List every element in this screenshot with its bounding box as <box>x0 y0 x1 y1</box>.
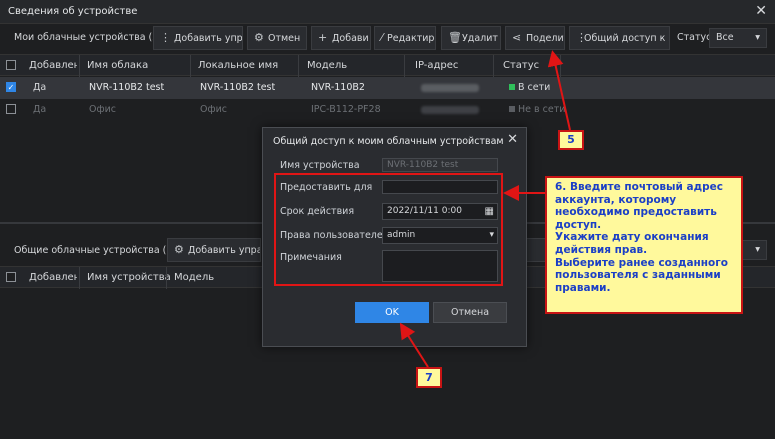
cancel-button[interactable]: ⚙ Отмен <box>247 26 307 50</box>
share-icon: ⋖ <box>512 31 522 44</box>
close-icon[interactable]: ✕ <box>755 3 767 19</box>
add-button[interactable]: + Добави <box>311 26 371 50</box>
ok-button[interactable]: OK <box>355 302 429 323</box>
add-icon: ⋮ <box>160 31 171 44</box>
device-name-label: Имя устройства <box>280 160 360 171</box>
top-toolbar: Мои облачные устройства (2) ⋮ Добавить уп… <box>0 26 775 52</box>
table-row[interactable]: ✓ Да NVR-110B2 test NVR-110B2 test NVR-1… <box>0 77 775 99</box>
gear-icon: ⚙ <box>254 31 264 44</box>
select-all-checkbox[interactable] <box>6 60 16 70</box>
status-filter-label: Статус <box>677 32 712 43</box>
ip-address-blurred <box>421 106 479 114</box>
window-titlebar: Сведения об устройстве ✕ <box>0 0 775 24</box>
status-badge: Не в сети <box>509 104 565 115</box>
add-managed-button[interactable]: ⋮Добавить управл <box>153 26 243 50</box>
share-button[interactable]: ⋖ Поделит <box>505 26 565 50</box>
more-icon: ⋮ <box>576 31 587 44</box>
my-cloud-devices-label: Мои облачные устройства (2) <box>14 32 163 43</box>
step-7-callout: 7 <box>416 367 442 388</box>
highlight-frame <box>274 173 503 286</box>
dialog-title: Общий доступ к моим облачным устройствам <box>273 136 504 147</box>
step-6-callout: 6. Введите почтовый адрес аккаунта, кото… <box>545 176 743 314</box>
close-icon[interactable]: ✕ <box>507 132 518 147</box>
select-all-checkbox[interactable] <box>6 272 16 282</box>
plus-icon: + <box>318 31 328 44</box>
col-status[interactable]: Статус <box>503 60 539 71</box>
col-cloud-name[interactable]: Имя облака <box>87 60 148 71</box>
step-5-callout: 5 <box>558 130 584 150</box>
trash-icon: 🗑 <box>448 31 462 44</box>
col-added[interactable]: Добавлено <box>29 60 77 71</box>
status-filter-select[interactable]: Все ▾ <box>709 28 767 48</box>
col-ip[interactable]: IP-адрес <box>415 60 458 71</box>
col-model[interactable]: Модель <box>307 60 347 71</box>
status-badge: В сети <box>509 82 550 93</box>
delete-button[interactable]: 🗑Удалит <box>441 26 501 50</box>
device-name-field: NVR-110B2 test <box>382 158 498 172</box>
window-title: Сведения об устройстве <box>8 6 138 17</box>
row-checkbox[interactable] <box>6 104 16 114</box>
edit-button[interactable]: ⁄ Редактирс <box>374 26 436 50</box>
share-all-button[interactable]: ⋮Общий доступ к запі <box>569 26 670 50</box>
col-added[interactable]: Добавлено <box>29 272 77 283</box>
shared-cloud-devices-label: Общие облачные устройства (0) <box>14 245 177 256</box>
ip-address-blurred <box>421 84 479 92</box>
top-table-header: Добавлено Имя облака Локальное имя Модел… <box>0 54 775 77</box>
col-local-name[interactable]: Локальное имя <box>198 60 278 71</box>
chevron-down-icon: ▾ <box>755 32 760 43</box>
cancel-dialog-button[interactable]: Отмена <box>433 302 507 323</box>
gear-icon: ⚙ <box>174 243 184 256</box>
add-shared-button[interactable]: ⚙Добавить управл <box>167 238 261 262</box>
chevron-down-icon: ▾ <box>755 244 760 255</box>
col-model[interactable]: Модель <box>174 272 214 283</box>
col-device-name[interactable]: Имя устройства <box>87 272 171 283</box>
table-row[interactable]: Да Офис Офис IPC-B112-PF28 Не в сети <box>0 99 775 121</box>
row-checkbox[interactable]: ✓ <box>6 82 16 92</box>
